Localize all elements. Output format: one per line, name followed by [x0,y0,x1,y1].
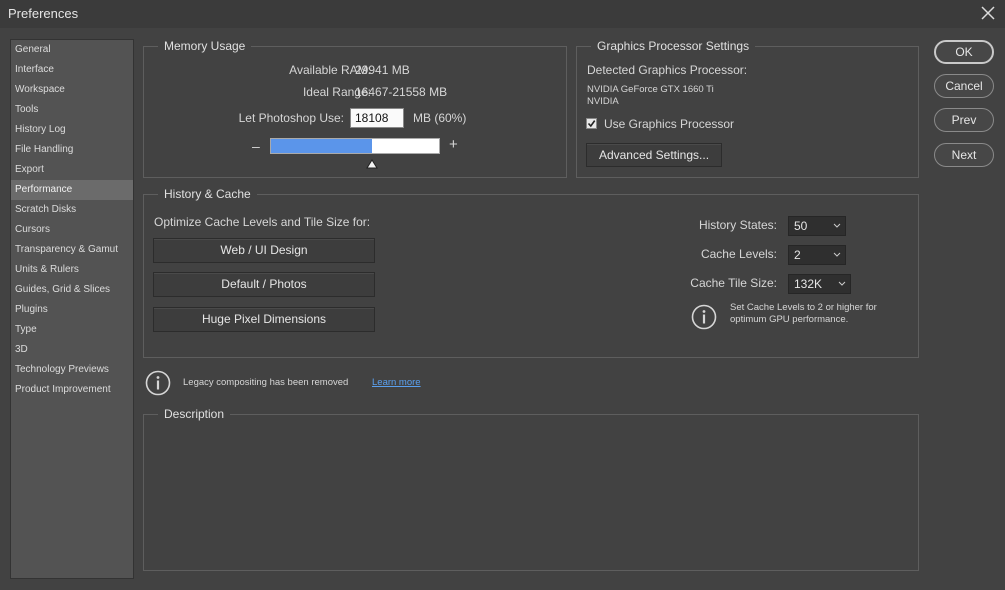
use-gpu-label: Use Graphics Processor [604,117,735,131]
sidebar-item-product-improvement[interactable]: Product Improvement [11,380,133,400]
sidebar-item-general[interactable]: General [11,40,133,60]
sidebar-item-workspace[interactable]: Workspace [11,80,133,100]
sidebar-item-type[interactable]: Type [11,320,133,340]
ok-button[interactable]: OK [934,40,994,64]
use-gpu-checkbox[interactable] [586,118,597,129]
memory-usage-group: Memory Usage Available RAM: 29941 MB Ide… [143,39,567,178]
sidebar-item-export[interactable]: Export [11,160,133,180]
preferences-window: Preferences General Interface Workspace Too… [0,0,1005,590]
detected-gpu-label: Detected Graphics Processor: [587,63,748,77]
cache-levels-label: Cache Levels: [700,247,777,261]
optimize-label: Optimize Cache Levels and Tile Size for: [154,215,371,229]
ideal-range-value: 16467-21558 MB [355,85,448,99]
prev-button[interactable]: Prev [934,108,994,132]
window-title: Preferences [8,6,79,21]
sidebar-item-scratch-disks[interactable]: Scratch Disks [11,200,133,220]
sidebar-item-file-handling[interactable]: File Handling [11,140,133,160]
sidebar-item-technology-previews[interactable]: Technology Previews [11,360,133,380]
info-icon [145,370,171,401]
close-icon[interactable] [979,3,997,23]
chevron-down-icon [833,223,841,228]
advanced-settings-button[interactable]: Advanced Settings... [586,143,722,167]
gpu-name: NVIDIA GeForce GTX 1660 Ti [587,84,714,95]
description-group: Description [143,407,919,571]
sidebar-item-transparency-and-gamut[interactable]: Transparency & Gamut [11,240,133,260]
cache-note-line2: optimum GPU performance. [730,314,849,325]
cancel-button[interactable]: Cancel [934,74,994,98]
memory-slider-fill [271,139,372,153]
gpu-settings-legend: Graphics Processor Settings [591,39,756,53]
sidebar: General Interface Workspace Tools History Lo… [10,39,134,579]
history-states-label: History States: [698,218,777,232]
legacy-compositing-text: Legacy compositing has been removed [183,377,349,388]
memory-usage-legend: Memory Usage [158,39,252,53]
memory-use-input[interactable]: 18108 [350,108,404,128]
cache-tile-size-select[interactable]: 132K [788,274,851,294]
memory-slider-thumb[interactable] [366,156,378,169]
gpu-settings-group: Graphics Processor Settings Detected Gra… [576,39,919,178]
sidebar-item-units-and-rulers[interactable]: Units & Rulers [11,260,133,280]
title-bar: Preferences [0,0,1005,28]
memory-increase-button[interactable]: + [449,136,458,153]
sidebar-item-3d[interactable]: 3D [11,340,133,360]
web-ui-design-button[interactable]: Web / UI Design [153,238,375,263]
chevron-down-icon [838,281,846,286]
description-legend: Description [158,407,231,421]
history-states-select[interactable]: 50 [788,216,846,236]
memory-slider[interactable] [270,138,440,154]
let-photoshop-use-label: Let Photoshop Use: [238,111,344,125]
sidebar-item-plugins[interactable]: Plugins [11,300,133,320]
chevron-down-icon [833,252,841,257]
sidebar-item-tools[interactable]: Tools [11,100,133,120]
sidebar-item-cursors[interactable]: Cursors [11,220,133,240]
sidebar-item-interface[interactable]: Interface [11,60,133,80]
next-button[interactable]: Next [934,143,994,167]
history-cache-group: History & Cache Optimize Cache Levels an… [143,187,919,358]
sidebar-item-guides-grid-and-slices[interactable]: Guides, Grid & Slices [11,280,133,300]
learn-more-link[interactable]: Learn more [372,377,421,388]
sidebar-item-performance[interactable]: Performance [11,180,133,200]
cache-levels-select[interactable]: 2 [788,245,846,265]
memory-decrease-button[interactable]: – [252,138,260,154]
cache-tile-size-value: 132K [794,277,823,291]
available-ram-value: 29941 MB [355,63,410,77]
cache-note-line1: Set Cache Levels to 2 or higher for [730,302,877,313]
sidebar-item-history-log[interactable]: History Log [11,120,133,140]
checkmark-icon [587,120,596,128]
cache-tile-size-label: Cache Tile Size: [690,276,777,290]
huge-pixel-dimensions-button[interactable]: Huge Pixel Dimensions [153,307,375,332]
default-photos-button[interactable]: Default / Photos [153,272,375,297]
cache-levels-value: 2 [794,248,801,262]
gpu-vendor: NVIDIA [587,96,619,107]
history-cache-legend: History & Cache [158,187,257,201]
memory-use-suffix: MB (60%) [413,111,467,125]
info-icon [691,304,717,335]
history-states-value: 50 [794,219,808,233]
